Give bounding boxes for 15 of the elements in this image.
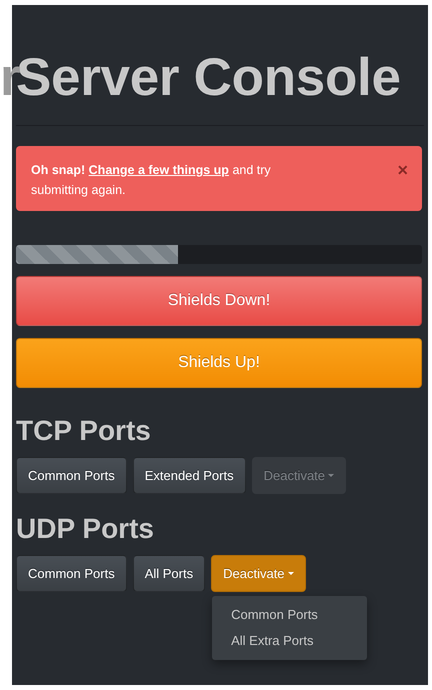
shields-down-button[interactable]: Shields Down!	[16, 276, 422, 326]
page-title: Server Console	[16, 49, 401, 108]
menu-item[interactable]: Common Ports	[212, 602, 368, 628]
caret-icon	[288, 572, 294, 575]
ports-button[interactable]: All Ports	[132, 554, 206, 592]
deactivate-dropdown[interactable]: Deactivate	[211, 554, 306, 592]
ports-button[interactable]: Extended Ports	[132, 457, 246, 494]
section-heading: TCP Ports	[16, 416, 151, 448]
menu-item[interactable]: All Extra Ports	[212, 628, 368, 654]
alert-message: Oh snap! Change a few things up and try submitting again.	[31, 162, 272, 200]
ports-button[interactable]: Common Ports	[16, 457, 127, 494]
ports-button[interactable]: Common Ports	[16, 554, 127, 592]
caret-icon	[328, 474, 334, 478]
section-heading: UDP Ports	[16, 514, 154, 545]
alert-link[interactable]: Change a few things up	[88, 163, 229, 178]
